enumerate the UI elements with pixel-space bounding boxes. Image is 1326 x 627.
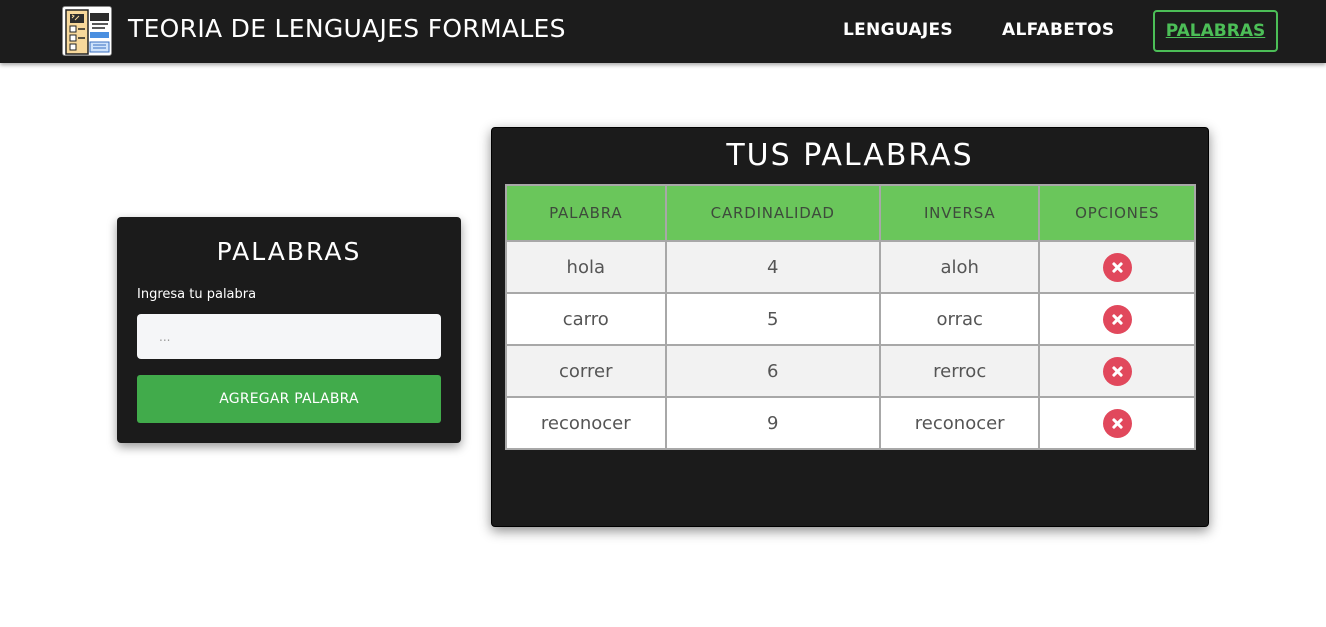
cell-palabra: carro bbox=[505, 292, 667, 346]
delete-icon[interactable] bbox=[1102, 408, 1132, 438]
cell-inversa: rerroc bbox=[878, 344, 1041, 398]
table-row: reconocer 9 reconocer bbox=[505, 396, 1196, 450]
cell-palabra: correr bbox=[505, 344, 667, 398]
header-palabra: PALABRA bbox=[505, 184, 667, 242]
form-title: PALABRAS bbox=[216, 237, 362, 266]
table-row: hola 4 aloh bbox=[505, 240, 1196, 294]
table-row: carro 5 orrac bbox=[505, 292, 1196, 346]
cell-opciones bbox=[1038, 240, 1196, 294]
word-form-card: PALABRAS Ingresa tu palabra AGREGAR PALA… bbox=[117, 217, 461, 443]
table-header-row: PALABRA CARDINALIDAD INVERSA OPCIONES bbox=[505, 184, 1196, 242]
add-word-button[interactable]: AGREGAR PALABRA bbox=[137, 375, 441, 423]
header-inversa: INVERSA bbox=[878, 184, 1041, 242]
cell-inversa: orrac bbox=[878, 292, 1041, 346]
words-table: PALABRA CARDINALIDAD INVERSA OPCIONES ho… bbox=[505, 184, 1196, 450]
logo-icon[interactable] bbox=[62, 6, 112, 56]
nav-link-lenguajes[interactable]: LENGUAJES bbox=[843, 20, 953, 40]
cell-opciones bbox=[1038, 396, 1196, 450]
cell-cardinalidad: 9 bbox=[664, 396, 881, 450]
cell-opciones bbox=[1038, 344, 1196, 398]
delete-icon[interactable] bbox=[1102, 252, 1132, 282]
cell-palabra: hola bbox=[505, 240, 667, 294]
word-input[interactable] bbox=[137, 314, 441, 359]
cell-opciones bbox=[1038, 292, 1196, 346]
words-table-card: TUS PALABRAS PALABRA CARDINALIDAD INVERS… bbox=[491, 127, 1209, 527]
navbar: TEORIA DE LENGUAJES FORMALES LENGUAJES A… bbox=[0, 0, 1326, 63]
word-input-label: Ingresa tu palabra bbox=[137, 287, 257, 302]
nav-link-palabras[interactable]: PALABRAS bbox=[1153, 10, 1278, 52]
cell-inversa: aloh bbox=[878, 240, 1041, 294]
brand-title[interactable]: TEORIA DE LENGUAJES FORMALES bbox=[128, 14, 566, 43]
header-cardinalidad: CARDINALIDAD bbox=[664, 184, 881, 242]
table-title: TUS PALABRAS bbox=[726, 138, 974, 173]
cell-cardinalidad: 5 bbox=[664, 292, 881, 346]
nav-link-alfabetos[interactable]: ALFABETOS bbox=[1002, 20, 1114, 40]
cell-cardinalidad: 4 bbox=[664, 240, 881, 294]
table-row: correr 6 rerroc bbox=[505, 344, 1196, 398]
cell-inversa: reconocer bbox=[878, 396, 1041, 450]
delete-icon[interactable] bbox=[1102, 304, 1132, 334]
cell-palabra: reconocer bbox=[505, 396, 667, 450]
delete-icon[interactable] bbox=[1102, 356, 1132, 386]
header-opciones: OPCIONES bbox=[1038, 184, 1196, 242]
cell-cardinalidad: 6 bbox=[664, 344, 881, 398]
